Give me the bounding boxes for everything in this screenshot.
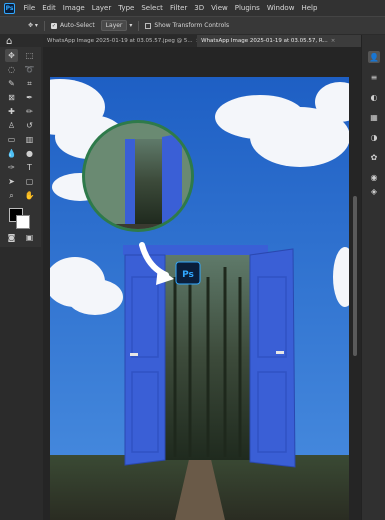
- brush-tool-icon[interactable]: ✏: [23, 105, 36, 118]
- rectangle-tool-icon[interactable]: ▢: [23, 175, 36, 188]
- move-tool-preset-icon[interactable]: ✥ ▾: [28, 22, 38, 29]
- pen-tool-icon[interactable]: ✑: [5, 161, 18, 174]
- show-transform-checkbox[interactable]: Show Transform Controls: [145, 22, 229, 29]
- move-tool-icon[interactable]: ✥: [5, 49, 18, 62]
- right-door: [249, 248, 296, 468]
- document-canvas[interactable]: Ps: [50, 77, 349, 520]
- ps-badge: Ps: [182, 270, 194, 280]
- menu-bar: Ps File Edit Image Layer Type Select Fil…: [0, 0, 385, 16]
- menu-type[interactable]: Type: [115, 4, 138, 12]
- auto-select-checkbox[interactable]: ✓ Auto-Select: [50, 22, 95, 29]
- eraser-tool-icon[interactable]: ▭: [5, 133, 18, 146]
- tools-panel: ✥ ⬚ ◌ ➰ ✎ ⌗ ⊠ ✒ ✚ ✏ ♙ ↺ ▭ ▥ 💧 ● ✑ T ➤ ▢ …: [0, 47, 41, 247]
- screen-mode-icon[interactable]: ▣: [23, 231, 36, 244]
- dodge-tool-icon[interactable]: ●: [23, 147, 36, 160]
- tab-label: WhatsApp Image 2025-01-19 at 03.05.57, R…: [201, 38, 328, 44]
- learn-icon[interactable]: ≡: [368, 71, 380, 83]
- menu-file[interactable]: File: [20, 4, 39, 12]
- eyedropper-tool-icon[interactable]: ✒: [23, 91, 36, 104]
- background-color-swatch[interactable]: [16, 215, 30, 229]
- crop-tool-icon[interactable]: ⌗: [23, 77, 36, 90]
- layers-icon[interactable]: ◈: [368, 185, 380, 197]
- frame-tool-icon[interactable]: ⊠: [5, 91, 18, 104]
- canvas-area[interactable]: Ps: [43, 47, 361, 520]
- artboard-tool-icon[interactable]: ⬚: [23, 49, 36, 62]
- stamp-tool-icon[interactable]: ♙: [5, 119, 18, 132]
- type-tool-icon[interactable]: T: [23, 161, 36, 174]
- menu-help[interactable]: Help: [298, 4, 321, 12]
- check-icon: ✓: [50, 22, 57, 29]
- color-icon[interactable]: ◐: [368, 91, 380, 103]
- tab-document-2[interactable]: WhatsApp Image 2025-01-19 at 03.05.57, R…: [197, 35, 361, 47]
- menu-select[interactable]: Select: [138, 4, 167, 12]
- menu-view[interactable]: View: [208, 4, 232, 12]
- home-icon[interactable]: ⌂: [6, 36, 12, 47]
- right-panel-dock: 👤 ≡ ◐ ▦ ◑ ✿ ◉ ◈: [361, 35, 385, 520]
- left-door: [124, 254, 166, 466]
- vertical-scrollbar[interactable]: [353, 196, 357, 356]
- checkbox-box: [145, 22, 152, 29]
- chevron-down-icon: ▾: [129, 22, 133, 29]
- menu-edit[interactable]: Edit: [39, 4, 60, 12]
- channels-icon[interactable]: ◉: [368, 171, 380, 183]
- menu-filter[interactable]: Filter: [166, 4, 190, 12]
- gradient-tool-icon[interactable]: ▥: [23, 133, 36, 146]
- door-handle: [276, 351, 284, 354]
- canvas-artwork: Ps: [50, 77, 349, 520]
- door-handle: [130, 353, 138, 356]
- menu-layer[interactable]: Layer: [88, 4, 115, 12]
- zoom-tool-icon[interactable]: ⌕: [5, 189, 18, 202]
- menu-3d[interactable]: 3D: [191, 4, 208, 12]
- hand-tool-icon[interactable]: ✋: [23, 189, 36, 202]
- libraries-icon[interactable]: ✿: [368, 151, 380, 163]
- user-icon[interactable]: 👤: [368, 51, 380, 63]
- menu-image[interactable]: Image: [59, 4, 88, 12]
- show-transform-label: Show Transform Controls: [154, 22, 230, 29]
- document-tab-bar: WhatsApp Image 2025-01-19 at 03.05.57.jp…: [43, 35, 361, 47]
- auto-select-label: Auto-Select: [59, 22, 95, 29]
- tab-label: WhatsApp Image 2025-01-19 at 03.05.57.jp…: [47, 38, 193, 44]
- marquee-tool-icon[interactable]: ◌: [5, 63, 18, 76]
- lasso-tool-icon[interactable]: ➰: [23, 63, 36, 76]
- menu-plugins[interactable]: Plugins: [231, 4, 263, 12]
- swatches-icon[interactable]: ▦: [368, 111, 380, 123]
- blur-tool-icon[interactable]: 💧: [5, 147, 18, 160]
- photoshop-logo: Ps: [4, 2, 15, 14]
- tab-document-1[interactable]: WhatsApp Image 2025-01-19 at 03.05.57.jp…: [43, 35, 197, 47]
- adjustments-icon[interactable]: ◑: [368, 131, 380, 143]
- options-bar: ⌂ ✥ ▾ ✓ Auto-Select Layer ▾ Show Transfo…: [0, 16, 385, 47]
- quick-select-tool-icon[interactable]: ✎: [5, 77, 18, 90]
- options-divider: [43, 20, 45, 31]
- menu-window[interactable]: Window: [263, 4, 298, 12]
- layer-select-dropdown[interactable]: Layer ▾: [100, 20, 133, 31]
- history-brush-icon[interactable]: ↺: [23, 119, 36, 132]
- options-divider: [138, 20, 140, 31]
- layer-select-value: Layer: [100, 20, 128, 31]
- healing-tool-icon[interactable]: ✚: [5, 105, 18, 118]
- close-icon[interactable]: ×: [331, 38, 336, 44]
- quick-mask-icon[interactable]: ◙: [5, 231, 18, 244]
- path-tool-icon[interactable]: ➤: [5, 175, 18, 188]
